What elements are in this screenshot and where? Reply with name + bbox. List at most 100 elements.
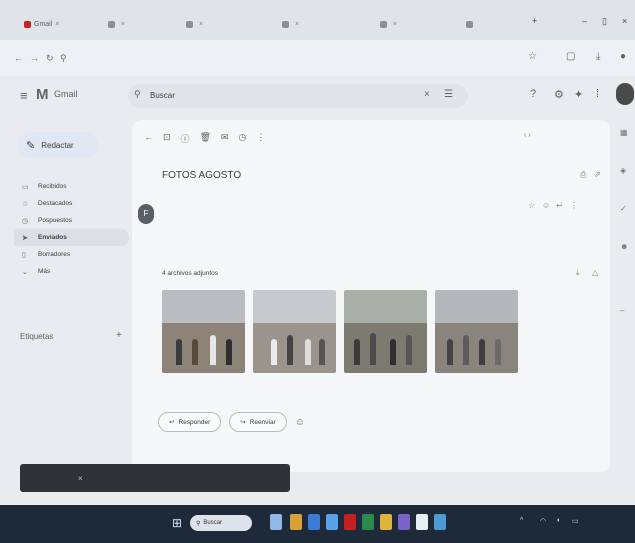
app-icon[interactable] xyxy=(344,514,356,530)
address-field[interactable] xyxy=(72,52,432,64)
close-tab-icon[interactable]: × xyxy=(55,21,59,28)
profile-icon[interactable]: ● xyxy=(620,51,626,62)
browser-tab[interactable] xyxy=(466,14,522,34)
file-explorer-icon[interactable] xyxy=(290,514,302,530)
sidebar-item-label: Más xyxy=(38,268,51,275)
browser-tab[interactable]: × xyxy=(186,14,261,34)
tray-chevron-icon[interactable]: ^ xyxy=(520,517,523,524)
settings-gear-icon[interactable]: ⚙ xyxy=(554,88,564,101)
print-icon[interactable]: ⎙ xyxy=(580,170,586,180)
search-input[interactable]: Buscar xyxy=(150,91,175,100)
compose-button[interactable]: ✎ Redactar xyxy=(18,132,98,158)
attachment-thumbnail[interactable] xyxy=(344,290,427,373)
volume-icon[interactable]: ◖ xyxy=(556,517,560,524)
reply-button[interactable]: ↩ Responder xyxy=(158,412,222,432)
clock-icon: ◷ xyxy=(22,217,29,225)
store-icon[interactable] xyxy=(326,514,338,530)
app-icon[interactable] xyxy=(362,514,374,530)
snackbar-close-icon[interactable]: × xyxy=(78,474,83,483)
sidebar-item-snoozed[interactable]: ◷ Pospuestos xyxy=(14,212,129,229)
extensions-icon[interactable]: ▢ xyxy=(566,51,575,62)
archive-icon[interactable]: ⊡ xyxy=(163,132,171,145)
more-actions-icon[interactable]: ⋮ xyxy=(256,132,265,145)
apps-grid-icon[interactable]: ⁞ xyxy=(596,88,599,100)
star-icon[interactable]: ☆ xyxy=(528,201,535,210)
bookmark-star-icon[interactable]: ☆ xyxy=(528,51,537,62)
gemini-icon[interactable]: ✦ xyxy=(574,88,583,101)
add-to-drive-icon[interactable]: △ xyxy=(592,268,598,277)
minimize-icon[interactable]: – xyxy=(582,16,587,26)
close-window-icon[interactable]: × xyxy=(622,16,627,26)
downloads-icon[interactable]: ⤓ xyxy=(596,51,600,62)
browser-tab[interactable]: × xyxy=(282,14,362,34)
report-spam-icon[interactable]: ⓘ xyxy=(181,132,190,145)
keep-icon[interactable]: ◈ xyxy=(620,166,626,175)
account-avatar[interactable] xyxy=(616,83,634,105)
photo-figure xyxy=(463,335,469,365)
taskbar-search[interactable]: ⚲ Buscar xyxy=(190,515,252,531)
search-icon: ⚲ xyxy=(196,520,201,527)
forward-icon[interactable]: → xyxy=(30,53,39,63)
gmail-logo-icon[interactable]: M xyxy=(36,86,49,103)
chrome-icon[interactable] xyxy=(416,514,428,530)
attachment-thumbnail[interactable] xyxy=(162,290,245,373)
search-bar[interactable]: ⚲ Buscar × ☰ xyxy=(128,84,468,108)
browser-tab[interactable]: × xyxy=(380,14,460,34)
help-icon[interactable]: ? xyxy=(530,88,536,100)
sidebar-item-drafts[interactable]: ▯ Borradores xyxy=(14,246,129,263)
sidebar-item-starred[interactable]: ☆ Destacados xyxy=(14,195,129,212)
attachment-thumbnail[interactable] xyxy=(435,290,518,373)
pagination-controls[interactable]: ‹ › xyxy=(524,132,531,139)
site-info-icon[interactable]: ⚲ xyxy=(60,53,67,64)
windows-start-icon[interactable]: ⊞ xyxy=(172,516,182,530)
app-icon[interactable] xyxy=(434,514,446,530)
reload-icon[interactable]: ↻ xyxy=(46,53,54,64)
snooze-icon[interactable]: ◷ xyxy=(239,132,247,145)
close-tab-icon[interactable]: × xyxy=(393,21,397,28)
tasks-icon[interactable]: ✓ xyxy=(620,204,627,213)
add-addon-icon[interactable]: – xyxy=(620,306,624,315)
message-toolbar: ← ⊡ ⓘ 🗑 ✉ ◷ ⋮ xyxy=(144,132,265,145)
reply-icon[interactable]: ↩ xyxy=(556,201,563,210)
sender-avatar[interactable]: F xyxy=(138,204,154,224)
add-label-icon[interactable]: + xyxy=(116,330,122,341)
search-options-icon[interactable]: ☰ xyxy=(444,89,453,100)
browser-tab[interactable]: × xyxy=(108,14,178,34)
app-icon[interactable] xyxy=(380,514,392,530)
sidebar-item-label: Enviados xyxy=(38,234,67,241)
app-icon[interactable] xyxy=(398,514,410,530)
compose-label: Redactar xyxy=(41,140,74,150)
sidebar-item-sent[interactable]: ➤ Enviados xyxy=(14,229,129,246)
main-menu-icon[interactable]: ≡ xyxy=(20,88,28,103)
new-tab-icon[interactable]: + xyxy=(532,16,537,26)
calendar-icon[interactable]: ▦ xyxy=(620,128,628,137)
forward-button[interactable]: ↪ Reenviar xyxy=(229,412,287,432)
download-all-icon[interactable]: ⤓ xyxy=(576,268,580,278)
back-to-list-icon[interactable]: ← xyxy=(144,132,153,145)
maximize-icon[interactable]: ▯ xyxy=(602,16,607,27)
battery-icon[interactable]: ▭ xyxy=(572,517,579,525)
open-new-window-icon[interactable]: ⇗ xyxy=(594,170,601,179)
clear-search-icon[interactable]: × xyxy=(424,89,430,100)
edge-browser-icon[interactable] xyxy=(308,514,320,530)
photo-figure xyxy=(354,339,360,365)
search-icon[interactable]: ⚲ xyxy=(134,89,141,100)
browser-tab[interactable]: Gmail × xyxy=(24,14,84,34)
sidebar-item-more[interactable]: ⌄ Más xyxy=(14,263,129,280)
snackbar: × xyxy=(20,464,290,492)
back-icon[interactable]: ← xyxy=(14,53,23,63)
wifi-icon[interactable]: ◠ xyxy=(540,517,546,525)
close-tab-icon[interactable]: × xyxy=(121,21,125,28)
task-view-icon[interactable] xyxy=(270,514,282,530)
attachment-thumbnail[interactable] xyxy=(253,290,336,373)
close-tab-icon[interactable]: × xyxy=(295,21,299,28)
more-icon[interactable]: ⋮ xyxy=(570,201,578,210)
close-tab-icon[interactable]: × xyxy=(199,21,203,28)
delete-icon[interactable]: 🗑 xyxy=(200,132,211,145)
contacts-icon[interactable]: ☻ xyxy=(620,242,628,251)
emoji-icon[interactable]: ☺ xyxy=(295,417,305,428)
send-icon: ➤ xyxy=(22,234,28,242)
emoji-react-icon[interactable]: ☺ xyxy=(542,201,550,210)
mark-unread-icon[interactable]: ✉ xyxy=(221,132,229,145)
sidebar-item-inbox[interactable]: ▭ Recibidos xyxy=(14,178,129,195)
